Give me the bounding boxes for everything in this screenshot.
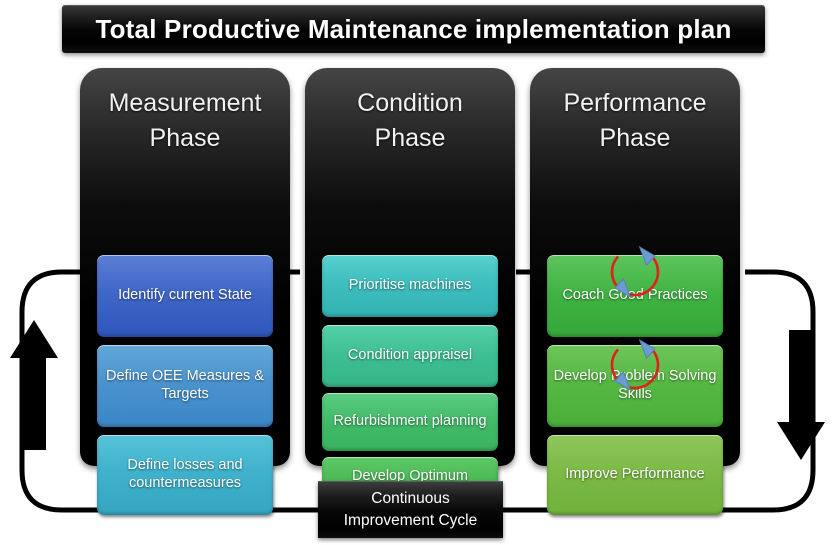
phase-title-line2: Phase	[374, 123, 446, 152]
step-label: Identify current State	[118, 287, 252, 304]
cycle-arrow-down	[777, 330, 825, 460]
footer-line1: Continuous	[371, 489, 450, 507]
step-label: Define OEE Measures & Targets	[106, 368, 264, 402]
phase-title-line2: Phase	[149, 123, 221, 152]
phase-title-line2: Phase	[599, 123, 671, 152]
step-box[interactable]: Define losses and countermeasures	[97, 435, 273, 515]
step-box[interactable]: Improve Performance	[547, 435, 723, 515]
step-box[interactable]: Coach Good Practices	[547, 255, 723, 337]
step-label: Coach Good Practices	[562, 287, 708, 304]
step-label: Refurbishment planning	[333, 413, 487, 430]
step-box[interactable]: Condition appraisel	[322, 325, 498, 387]
page-title-bar: Total Productive Maintenance implementat…	[62, 5, 765, 53]
phase-title-performance: Performance Phase	[530, 86, 740, 155]
continuous-improvement-cycle-label: Continuous Improvement Cycle	[318, 481, 503, 538]
step-label: Condition appraisel	[347, 347, 473, 364]
phase-title-condition: Condition Phase	[305, 86, 515, 155]
cycle-arrow-up	[10, 320, 58, 450]
phase-panel-performance[interactable]: Performance Phase Coach Good Practices D…	[530, 68, 740, 515]
phase-panel-measurement[interactable]: Measurement Phase Identify current State…	[80, 68, 290, 515]
step-label: Define losses and countermeasures	[127, 457, 243, 491]
page-title: Total Productive Maintenance implementat…	[95, 13, 732, 44]
phase-panel-condition[interactable]: Condition Phase Prioritise machines Cond…	[305, 68, 515, 515]
phase-title-line1: Condition	[357, 89, 463, 117]
step-label: Improve Performance	[565, 466, 705, 483]
step-box[interactable]: Develop Problem Solving Skills	[547, 345, 723, 427]
phase-title-line1: Measurement	[108, 89, 262, 117]
step-box[interactable]: Prioritise machines	[322, 255, 498, 317]
step-label: Develop Problem Solving Skills	[553, 368, 717, 402]
footer-line2: Improvement Cycle	[343, 511, 478, 529]
step-box[interactable]: Define OEE Measures & Targets	[97, 345, 273, 427]
step-box[interactable]: Refurbishment planning	[322, 393, 498, 451]
step-box[interactable]: Identify current State	[97, 255, 273, 337]
phase-title-line1: Performance	[563, 89, 707, 117]
step-label: Prioritise machines	[348, 277, 472, 294]
phase-title-measurement: Measurement Phase	[80, 86, 290, 155]
